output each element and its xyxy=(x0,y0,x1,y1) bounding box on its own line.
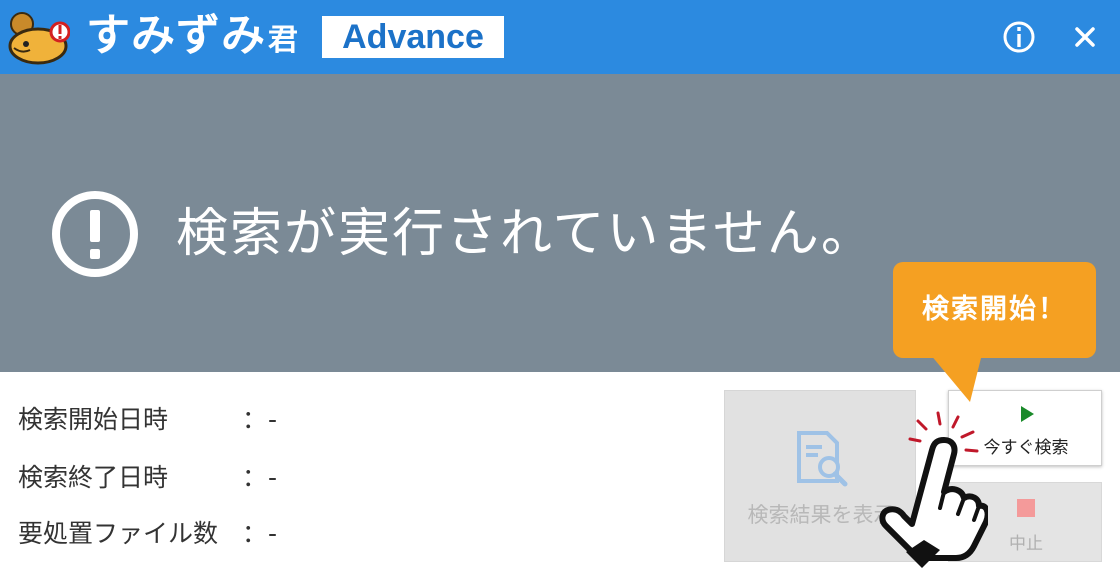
info-colon: ： xyxy=(242,519,268,548)
info-label: 検索開始日時 xyxy=(18,405,169,434)
info-icon[interactable] xyxy=(1000,18,1038,56)
search-start-callout: 検索開始！ xyxy=(893,262,1096,358)
info-colon: ： xyxy=(242,405,268,434)
info-colon: ： xyxy=(242,463,268,492)
mouse-mascot-logo-icon xyxy=(8,12,70,65)
app-title: すみずみ君 xyxy=(86,6,299,66)
exclamation-circle-icon xyxy=(52,191,138,277)
info-label: 検索終了日時 xyxy=(18,463,169,492)
callout-tail xyxy=(930,354,982,402)
hand-pointer-icon xyxy=(879,411,988,568)
info-value: - xyxy=(268,519,278,548)
stop-icon xyxy=(1017,499,1035,517)
close-icon[interactable] xyxy=(1066,18,1104,56)
document-search-icon xyxy=(797,431,848,487)
edition-badge: Advance xyxy=(322,16,504,58)
status-message: 検索が実行されていません。 xyxy=(176,204,875,264)
play-icon xyxy=(1021,406,1034,422)
app-name: すみずみ xyxy=(86,10,266,61)
info-value: - xyxy=(268,463,278,492)
callout-text: 検索開始！ xyxy=(922,294,1067,325)
title-bar: すみずみ君 Advance xyxy=(0,0,1120,74)
info-value: - xyxy=(268,405,278,434)
info-label: 要処置ファイル数 xyxy=(18,519,219,548)
app-name-suffix: 君 xyxy=(268,23,299,58)
